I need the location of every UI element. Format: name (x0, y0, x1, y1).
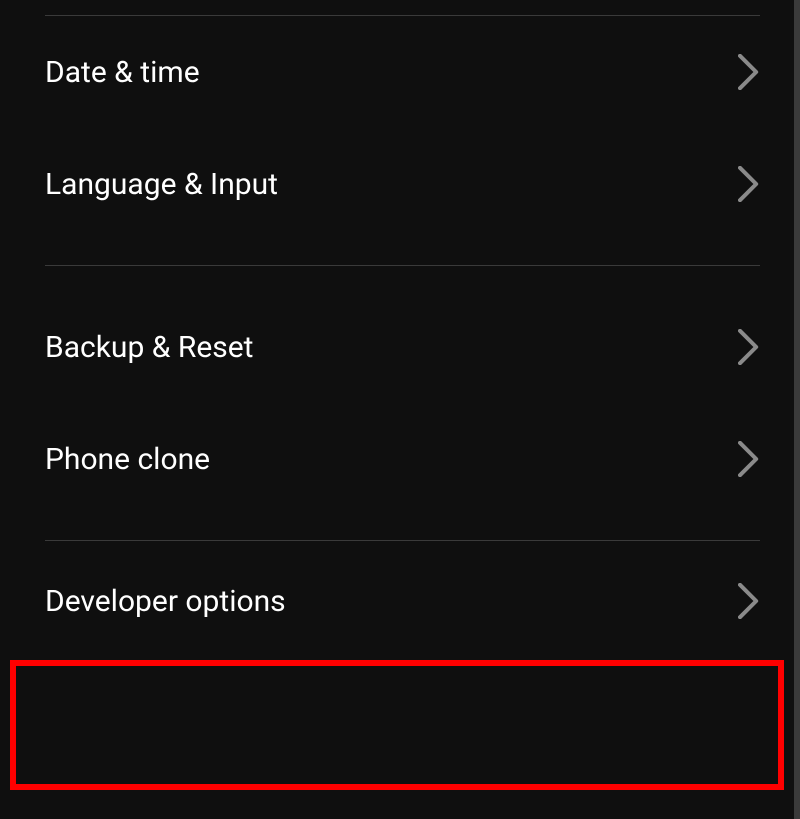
group-gap (45, 266, 760, 291)
settings-item-language-input[interactable]: Language & Input (45, 128, 760, 240)
scrollbar-track[interactable] (794, 0, 800, 819)
settings-list: Date & time Language & Input Backup & Re… (0, 0, 800, 661)
chevron-right-icon (738, 166, 760, 202)
settings-item-label: Language & Input (45, 167, 278, 202)
chevron-right-icon (738, 441, 760, 477)
settings-item-date-time[interactable]: Date & time (45, 16, 760, 128)
group-gap (45, 515, 760, 540)
settings-item-label: Developer options (45, 584, 286, 619)
settings-item-backup-reset[interactable]: Backup & Reset (45, 291, 760, 403)
settings-item-phone-clone[interactable]: Phone clone (45, 403, 760, 515)
settings-item-label: Date & time (45, 55, 200, 90)
chevron-right-icon (738, 583, 760, 619)
group-gap (45, 240, 760, 265)
chevron-right-icon (738, 329, 760, 365)
settings-item-label: Backup & Reset (45, 330, 253, 365)
settings-item-label: Phone clone (45, 442, 210, 477)
chevron-right-icon (738, 54, 760, 90)
settings-item-developer-options[interactable]: Developer options (45, 541, 760, 661)
highlight-annotation (10, 660, 784, 790)
